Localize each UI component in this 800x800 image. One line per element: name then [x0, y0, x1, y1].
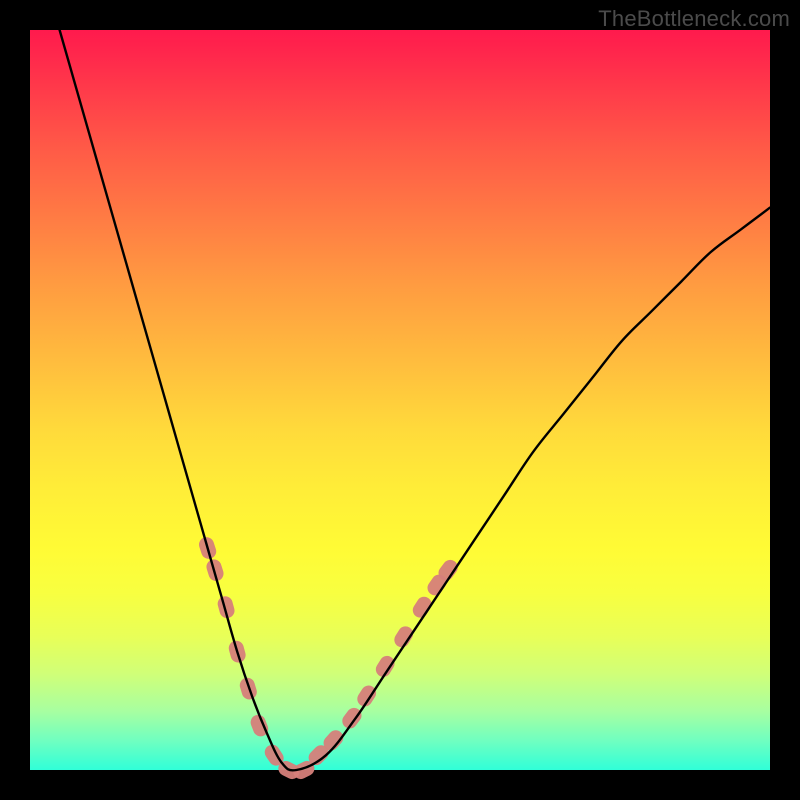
- bottleneck-curve: [60, 30, 770, 770]
- chart-frame: TheBottleneck.com: [0, 0, 800, 800]
- marker-pill: [354, 683, 379, 710]
- highlight-markers: [197, 535, 461, 781]
- chart-svg: [30, 30, 770, 770]
- watermark-text: TheBottleneck.com: [598, 6, 790, 32]
- plot-area: [30, 30, 770, 770]
